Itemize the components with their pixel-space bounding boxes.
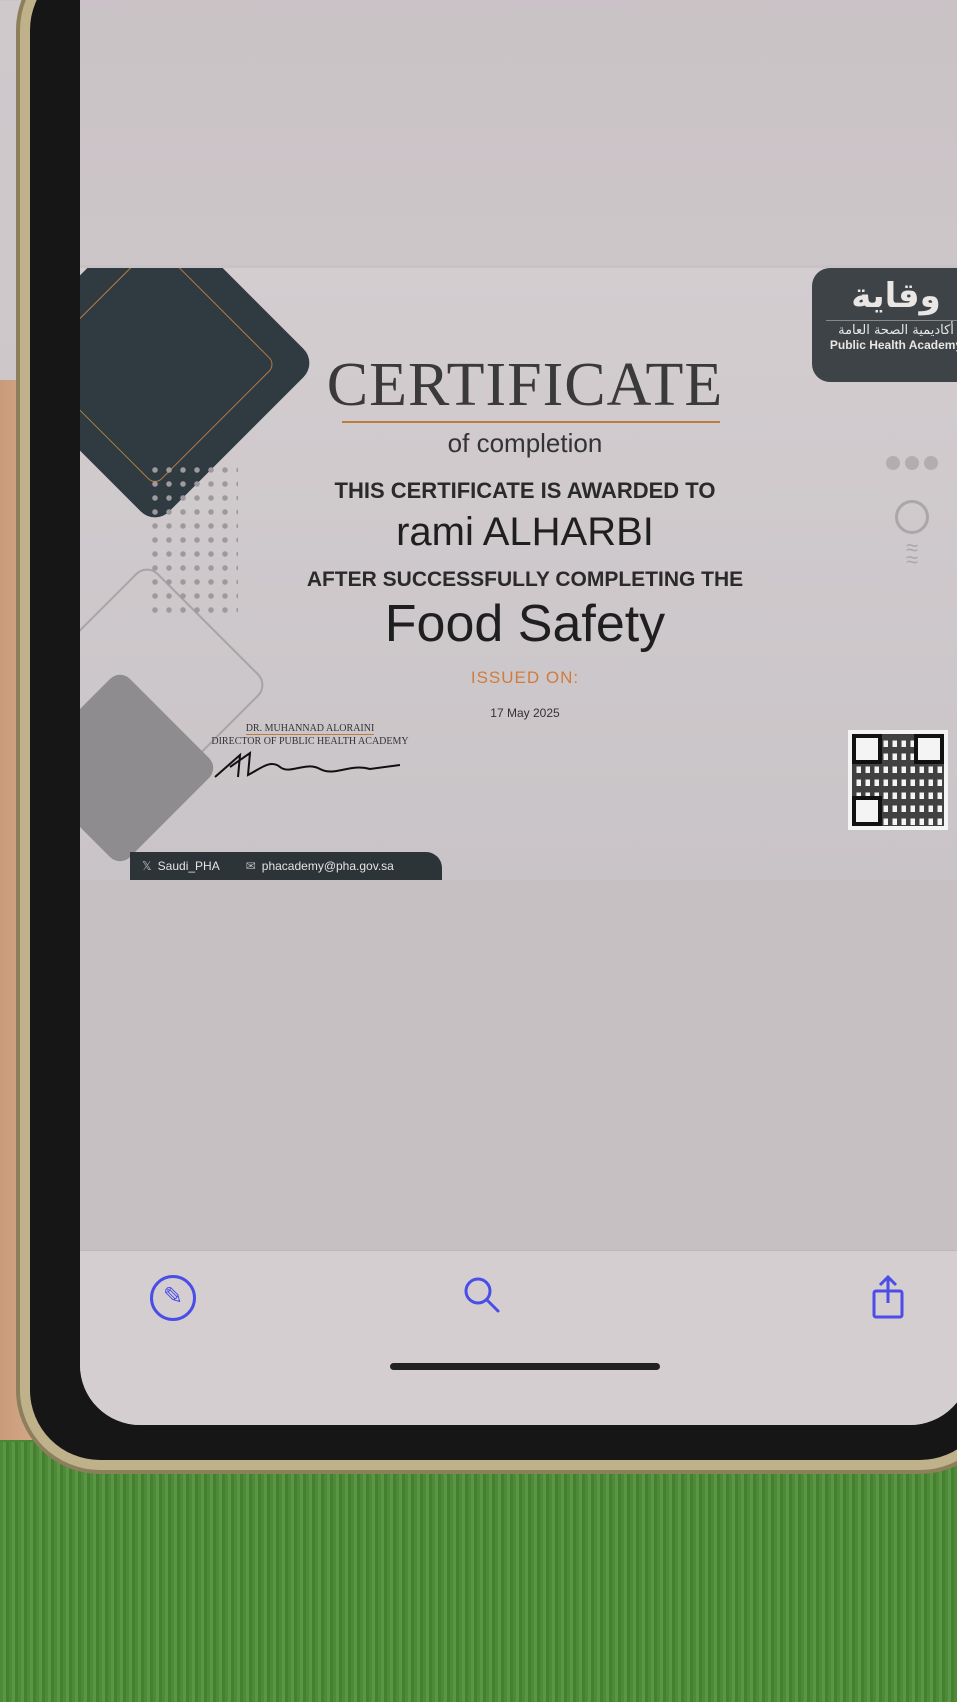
phone-frame: وقاية أكاديمية الصحة العامة Public Healt… xyxy=(30,0,957,1460)
x-icon: 𝕏 xyxy=(142,859,152,873)
certificate-title: CERTIFICATE xyxy=(326,351,724,419)
recipient-name: rami ALHARBI xyxy=(396,510,654,554)
empty-top-area xyxy=(80,0,957,265)
logo-arabic: وقاية xyxy=(851,276,941,316)
markup-icon[interactable]: ✎ xyxy=(150,1275,196,1321)
grass-background xyxy=(0,1442,957,1702)
search-icon[interactable] xyxy=(460,1273,504,1327)
signatory-name: DR. MUHANNAD ALORAINI xyxy=(245,723,375,735)
course-name: Food Safety xyxy=(384,595,666,653)
home-indicator[interactable] xyxy=(390,1363,660,1370)
share-icon[interactable] xyxy=(866,1273,910,1331)
twitter-handle: Saudi_PHA xyxy=(157,859,220,873)
logo-arabic-sub: أكاديمية الصحة العامة xyxy=(826,320,957,338)
mail-icon: ✉ xyxy=(245,859,256,873)
phone-screen: وقاية أكاديمية الصحة العامة Public Healt… xyxy=(80,0,957,1425)
certificate-footer: 𝕏 Saudi_PHA ✉ phacademy@pha.gov.sa xyxy=(130,852,442,880)
handwritten-signature xyxy=(200,749,420,790)
bottom-toolbar: ✎ xyxy=(80,1250,957,1425)
document-blank-area xyxy=(80,880,957,1250)
title-underline xyxy=(342,421,720,423)
issued-label: ISSUED ON: xyxy=(470,668,580,687)
certificate-document: وقاية أكاديمية الصحة العامة Public Healt… xyxy=(80,268,957,880)
certificate-subtitle: of completion xyxy=(447,428,603,458)
signature-block: DR. MUHANNAD ALORAINI DIRECTOR OF PUBLIC… xyxy=(200,718,420,790)
qr-code xyxy=(848,730,948,830)
awarded-text: THIS CERTIFICATE IS AWARDED TO xyxy=(334,478,716,503)
after-text: AFTER SUCCESSFULLY COMPLETING THE xyxy=(306,568,744,591)
signatory-title: DIRECTOR OF PUBLIC HEALTH ACADEMY xyxy=(211,736,409,747)
contact-email: phacademy@pha.gov.sa xyxy=(261,859,394,873)
